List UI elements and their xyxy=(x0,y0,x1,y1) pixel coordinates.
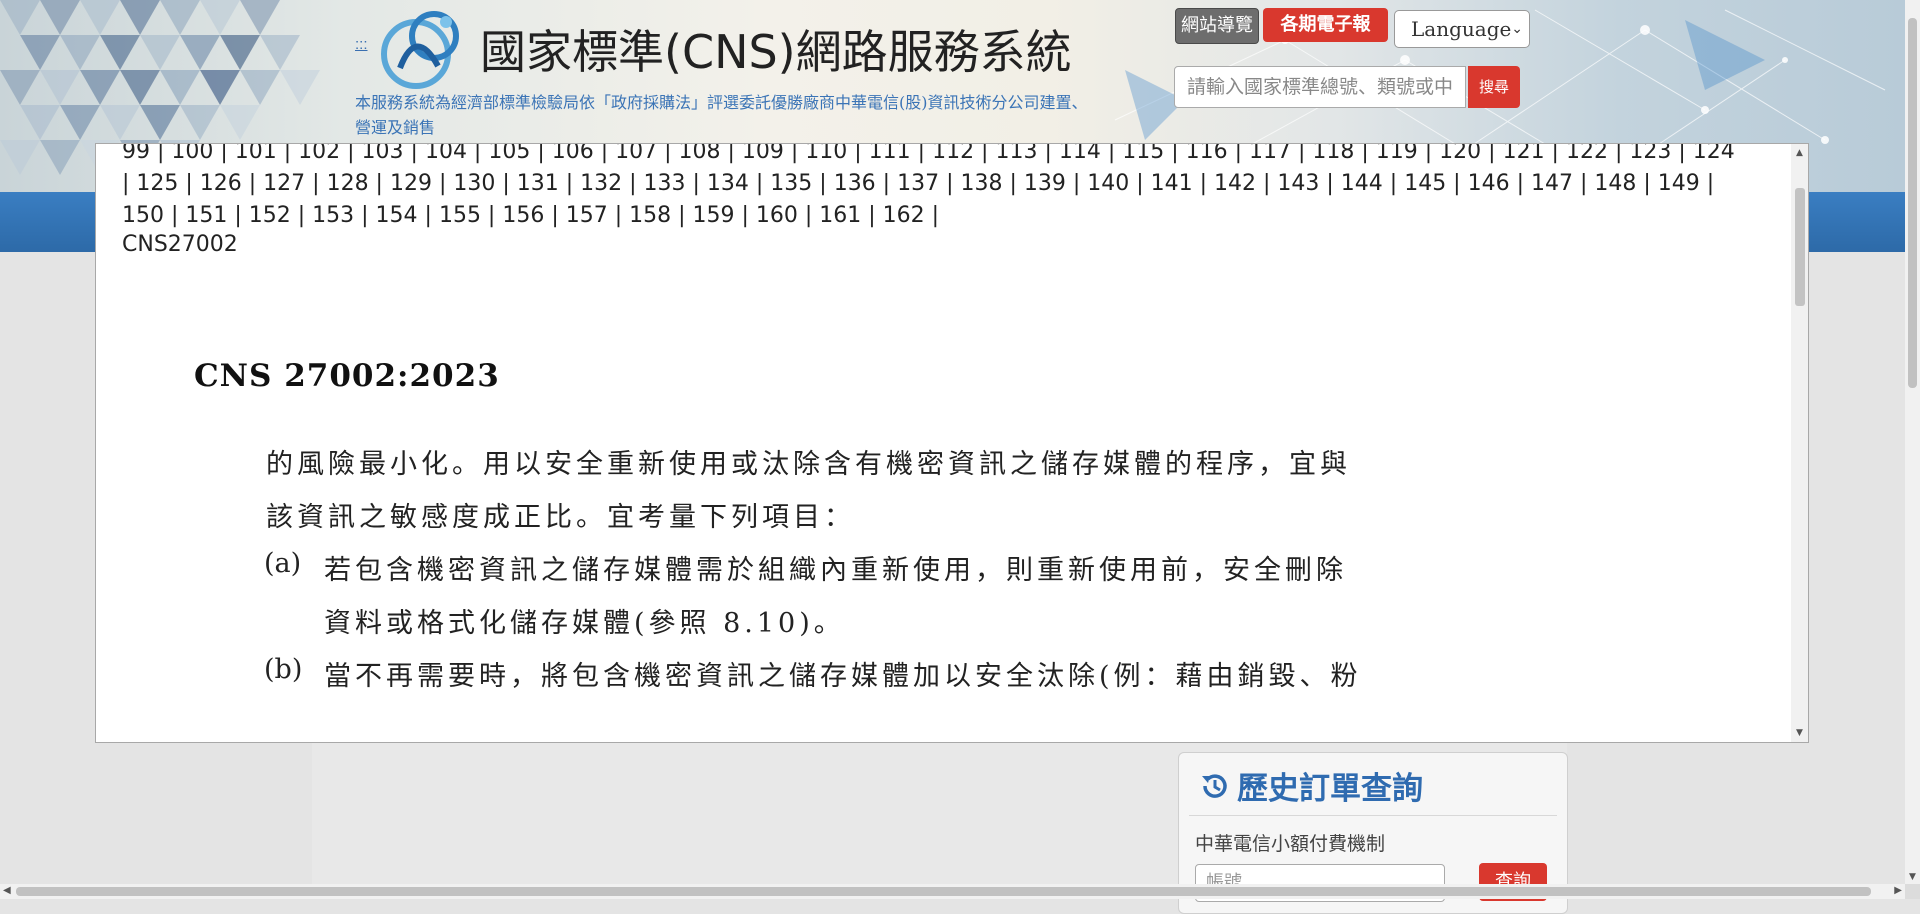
document-viewer[interactable]: 99 | 100 | 101 | 102 | 103 | 104 | 105 |… xyxy=(95,143,1809,743)
scroll-up-arrow-icon[interactable]: ▲ xyxy=(1791,148,1808,158)
language-select-label: Language xyxy=(1411,17,1512,41)
page-links-line-1[interactable]: 99 | 100 | 101 | 102 | 103 | 104 | 105 |… xyxy=(122,144,1735,168)
language-select[interactable]: Language ⌄ xyxy=(1394,10,1530,48)
history-icon xyxy=(1202,773,1227,798)
skip-link[interactable]: ::: xyxy=(355,36,368,53)
document-paragraph-line: 該資訊之敏感度成正比。宜考量下列項目： xyxy=(266,502,855,533)
site-title: 國家標準(CNS)網路服務系統 xyxy=(480,25,1072,79)
page-links-line-2[interactable]: | 125 | 126 | 127 | 128 | 129 | 130 | 13… xyxy=(122,168,1714,200)
list-item-marker: (b) xyxy=(264,654,303,685)
order-history-title-text: 歷史訂單查詢 xyxy=(1237,771,1423,807)
divider xyxy=(1189,815,1557,816)
search-input[interactable]: 請輸入國家標準總號、類號或中 xyxy=(1174,66,1466,108)
scroll-down-arrow-icon[interactable]: ▼ xyxy=(1791,728,1808,738)
page-links-line-3[interactable]: 150 | 151 | 152 | 153 | 154 | 155 | 156 … xyxy=(122,200,939,232)
window-vertical-scrollbar-thumb[interactable] xyxy=(1908,18,1917,388)
window-horizontal-scrollbar-thumb[interactable] xyxy=(16,887,1871,896)
scroll-down-arrow-icon[interactable]: ▼ xyxy=(1905,872,1920,882)
chevron-down-icon: ⌄ xyxy=(1511,21,1523,37)
window-vertical-scrollbar[interactable]: ▼ xyxy=(1905,0,1920,884)
list-item-line: 當不再需要時，將包含機密資訊之儲存媒體加以安全汰除(例：藉由銷毀、粉 xyxy=(324,661,1362,692)
list-item-line: 資料或格式化儲存媒體(參照 8.10)。 xyxy=(324,608,845,639)
cns-logo[interactable] xyxy=(376,6,470,90)
document-paragraph-line: 的風險最小化。用以安全重新使用或汰除含有機密資訊之儲存媒體的程序，宜與 xyxy=(266,449,1351,480)
epaper-button[interactable]: 各期電子報 xyxy=(1263,8,1388,42)
scroll-left-arrow-icon[interactable]: ◀ xyxy=(3,885,11,896)
viewer-scrollbar[interactable]: ▲ ▼ xyxy=(1791,144,1808,742)
document-id: CNS27002 xyxy=(122,232,238,257)
scroll-right-arrow-icon[interactable]: ▶ xyxy=(1894,885,1902,896)
list-item-marker: (a) xyxy=(264,548,302,579)
order-history-title: 歷史訂單查詢 xyxy=(1199,763,1423,808)
window-horizontal-scrollbar[interactable]: ◀ ▶ xyxy=(0,884,1905,899)
search-button[interactable]: 搜尋 xyxy=(1468,66,1520,108)
scrollbar-corner xyxy=(1905,884,1920,899)
viewer-scrollbar-thumb[interactable] xyxy=(1795,188,1805,306)
payment-mechanism-label: 中華電信小額付費機制 xyxy=(1195,833,1386,855)
list-item-line: 若包含機密資訊之儲存媒體需於組織內重新使用，則重新使用前，安全刪除 xyxy=(324,555,1347,586)
site-subtitle: 本服務系統為經濟部標準檢驗局依「政府採購法」評選委託優勝廠商中華電信(股)資訊技… xyxy=(355,93,1088,137)
site-guide-button[interactable]: 網站導覽 xyxy=(1175,8,1259,44)
document-heading: CNS 27002:2023 xyxy=(194,358,500,394)
